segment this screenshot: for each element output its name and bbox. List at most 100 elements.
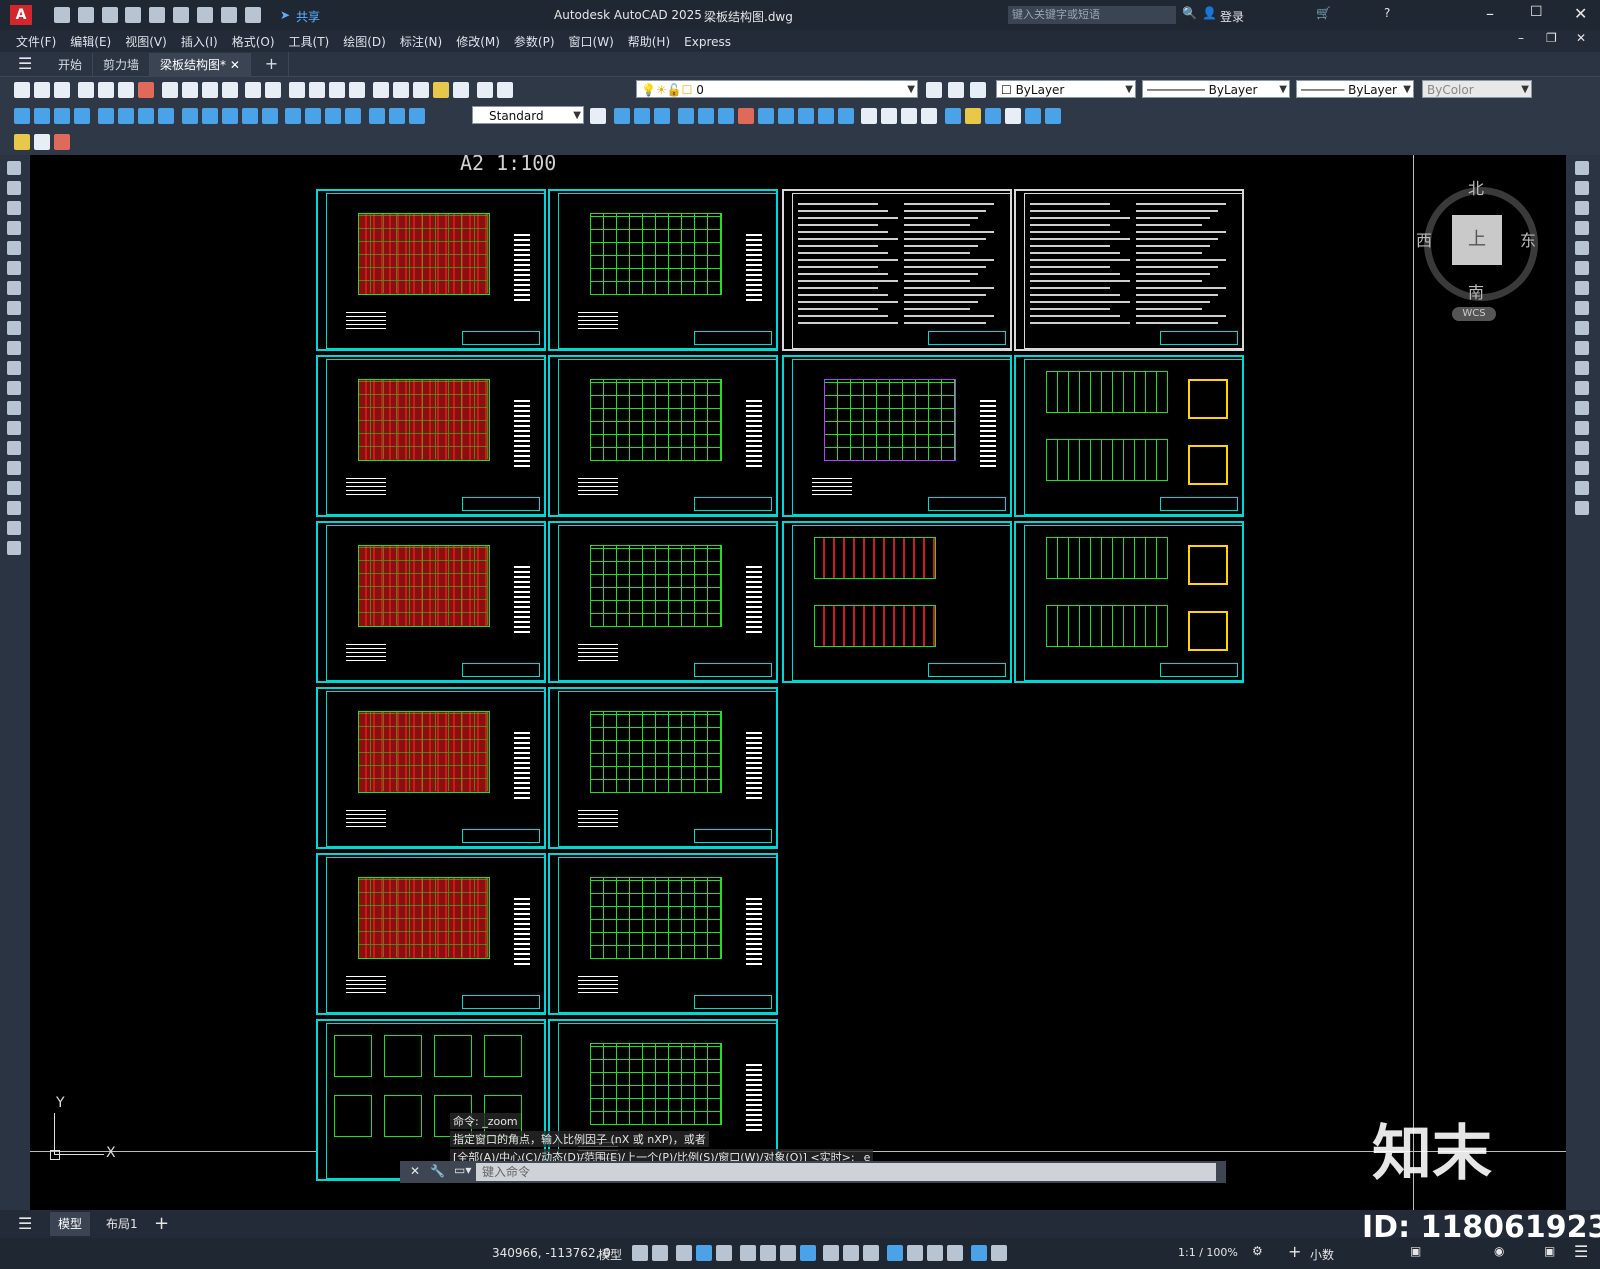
workspace-switch-icon[interactable]: ⚙	[1252, 1244, 1263, 1258]
units-display[interactable]: 小数	[1310, 1246, 1334, 1263]
mtext-icon[interactable]	[7, 521, 21, 535]
3dprint-icon[interactable]	[137, 82, 154, 98]
menu-item[interactable]: 绘图(D)	[343, 33, 386, 50]
point-icon[interactable]	[7, 421, 21, 435]
publish-icon[interactable]	[173, 7, 190, 23]
menu-item[interactable]: 视图(V)	[125, 33, 167, 50]
lineweight-dropdown[interactable]: ────── ByLayer ▼	[1296, 80, 1414, 98]
ucs-3point-icon[interactable]	[777, 108, 794, 124]
jogged-linear-icon[interactable]	[345, 108, 362, 124]
hardware-accel-icon[interactable]: ◉	[1494, 1244, 1504, 1258]
explode-icon[interactable]	[1575, 501, 1589, 515]
trim-icon[interactable]	[1575, 341, 1589, 355]
sheetset-icon[interactable]	[433, 82, 450, 98]
add-selected-icon[interactable]	[7, 541, 21, 555]
compass-south[interactable]: 南	[1468, 279, 1484, 303]
view-sw-icon[interactable]	[985, 108, 1002, 124]
compass-north[interactable]: 北	[1468, 175, 1484, 199]
blend-icon[interactable]	[1575, 481, 1589, 495]
ucs-face-icon[interactable]	[677, 108, 694, 124]
view-top-icon[interactable]	[861, 108, 878, 124]
calculator-icon[interactable]	[453, 82, 470, 98]
zoom-window-icon[interactable]	[329, 82, 346, 98]
selection-filter-icon[interactable]	[927, 1245, 944, 1261]
ucs-view-icon[interactable]	[717, 108, 734, 124]
doc-minimize-button[interactable]: –	[1518, 31, 1524, 45]
ucs-origin-icon[interactable]	[737, 108, 754, 124]
tab-close-icon[interactable]: ✕	[230, 58, 240, 72]
snap-icon[interactable]	[652, 1245, 668, 1261]
doc-restore-button[interactable]: ❐	[1546, 31, 1557, 45]
inspection-icon[interactable]	[325, 108, 342, 124]
rectangle-icon[interactable]	[7, 241, 21, 255]
dimtedit-icon[interactable]	[389, 108, 406, 124]
menu-item[interactable]: 参数(P)	[514, 33, 555, 50]
view-front-icon[interactable]	[945, 108, 962, 124]
center-mark-icon[interactable]	[305, 108, 322, 124]
menu-item[interactable]: 格式(O)	[232, 33, 275, 50]
command-close-icon[interactable]: ✕	[410, 1164, 420, 1178]
layer-previous-icon[interactable]	[948, 82, 964, 98]
dim-break-icon[interactable]	[261, 108, 278, 124]
matchprop-icon[interactable]	[221, 82, 238, 98]
color-dropdown[interactable]: ☐ ByLayer ▼	[996, 80, 1136, 98]
menu-item[interactable]: 帮助(H)	[628, 33, 670, 50]
table-icon[interactable]	[7, 501, 21, 515]
compass-west[interactable]: 西	[1416, 227, 1432, 251]
qnew-icon[interactable]	[14, 82, 30, 98]
isodraft-icon[interactable]	[759, 1245, 776, 1261]
3dosnap-icon[interactable]	[887, 1245, 904, 1261]
menu-item[interactable]: Express	[684, 35, 731, 49]
paste-icon[interactable]	[201, 82, 218, 98]
wcs-menu[interactable]: WCS	[1452, 307, 1496, 321]
menu-item[interactable]: 工具(T)	[289, 33, 330, 50]
open-file-icon[interactable]	[77, 7, 94, 23]
ucs-previous-icon[interactable]	[653, 108, 670, 124]
model-space-toggle[interactable]: 模型	[598, 1246, 622, 1263]
dim-linear-icon[interactable]	[14, 108, 30, 124]
dim-ordinate-icon[interactable]	[74, 108, 90, 124]
join-icon[interactable]	[1575, 421, 1589, 435]
save-as-icon[interactable]	[125, 7, 142, 23]
help-icon[interactable]: ?	[1384, 6, 1390, 20]
construction-line-icon[interactable]	[7, 181, 21, 195]
coordinates-readout[interactable]: 340966, -113762, 0	[492, 1246, 611, 1260]
view-nw-icon[interactable]	[1045, 108, 1062, 124]
zoom-realtime-icon[interactable]	[309, 82, 326, 98]
open-icon[interactable]	[34, 82, 50, 98]
workspace-save-icon[interactable]	[14, 134, 30, 150]
dim-baseline-icon[interactable]	[201, 108, 218, 124]
ucs-x-icon[interactable]	[797, 108, 814, 124]
minimize-button[interactable]: –	[1486, 4, 1494, 23]
tab-model[interactable]: 模型	[50, 1212, 91, 1236]
clean-screen-icon[interactable]: ▣	[1544, 1244, 1555, 1258]
plot-icon[interactable]	[77, 82, 94, 98]
tab-layout1[interactable]: 布局1	[98, 1212, 146, 1236]
circle-icon[interactable]	[7, 281, 21, 295]
customization-icon[interactable]: ☰	[1574, 1242, 1588, 1261]
dimstyle-icon[interactable]	[590, 108, 606, 124]
help-icon[interactable]	[476, 82, 493, 98]
menu-item[interactable]: 标注(N)	[400, 33, 442, 50]
break-at-point-icon[interactable]	[1575, 381, 1589, 395]
redo-icon[interactable]	[265, 82, 282, 98]
gizmo-icon[interactable]	[947, 1245, 964, 1261]
insert-block-icon[interactable]	[7, 381, 21, 395]
revision-cloud-icon[interactable]	[7, 301, 21, 315]
view-ne-icon[interactable]	[1025, 108, 1042, 124]
lineweight-icon[interactable]	[823, 1245, 840, 1261]
move-icon[interactable]	[1575, 261, 1589, 275]
extend-icon[interactable]	[1575, 361, 1589, 375]
drawing-canvas[interactable]: A2 1:100 上 北 南 西 东 WCS Y X 命令: _zoom 指定窗…	[30, 155, 1566, 1210]
publish-icon[interactable]	[117, 82, 134, 98]
layer-properties-icon[interactable]	[496, 82, 513, 98]
command-customize-icon[interactable]: 🔧	[430, 1164, 445, 1178]
dim-space-icon[interactable]	[241, 108, 258, 124]
spline-icon[interactable]	[7, 321, 21, 335]
view-left-icon[interactable]	[901, 108, 918, 124]
annotation-monitor-icon[interactable]: +	[1288, 1242, 1301, 1261]
copy-icon[interactable]	[1575, 181, 1589, 195]
doc-close-button[interactable]: ✕	[1576, 31, 1586, 45]
array-icon[interactable]	[1575, 241, 1589, 255]
plot-icon[interactable]	[149, 7, 166, 23]
